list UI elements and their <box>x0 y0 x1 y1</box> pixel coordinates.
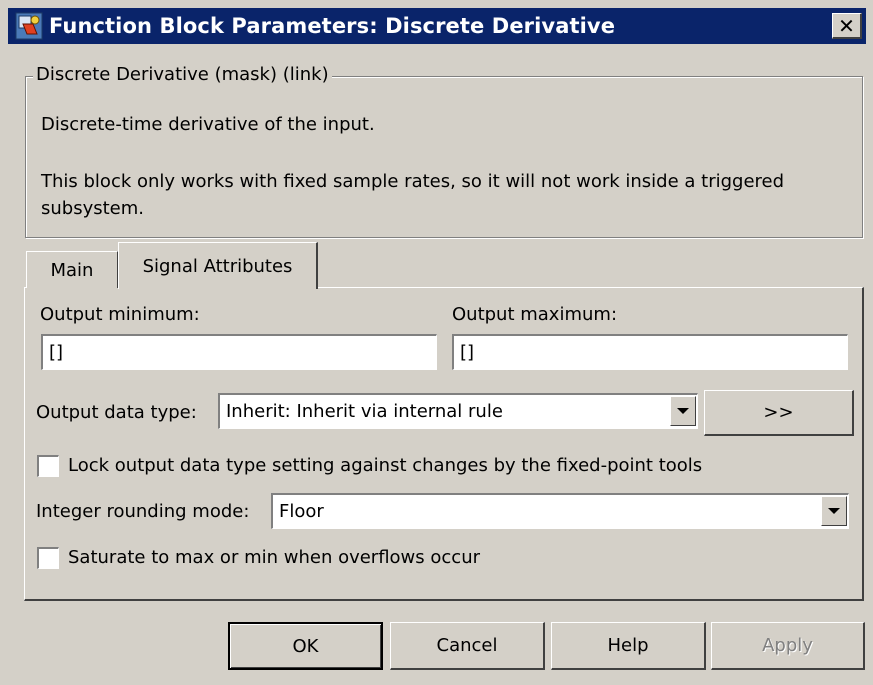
close-button[interactable]: ✕ <box>832 13 862 39</box>
data-type-assistant-label: >> <box>763 402 794 423</box>
help-label: Help <box>607 635 649 656</box>
saturate-label[interactable]: Saturate to max or min when overflows oc… <box>68 547 480 568</box>
chevron-down-icon <box>828 508 840 514</box>
simulink-block-icon <box>15 12 43 40</box>
apply-label: Apply <box>762 635 813 656</box>
data-type-assistant-button[interactable]: >> <box>704 390 854 436</box>
tab-signal-attributes[interactable]: Signal Attributes <box>118 242 318 289</box>
cancel-label: Cancel <box>436 635 498 656</box>
tab-main[interactable]: Main <box>26 251 118 288</box>
apply-button[interactable]: Apply <box>711 622 865 670</box>
dialog-window: Function Block Parameters: Discrete Deri… <box>0 0 873 685</box>
groupbox-title: Discrete Derivative (mask) (link) <box>33 64 332 85</box>
tab-label: Main <box>50 259 94 281</box>
saturate-checkbox[interactable] <box>37 547 59 569</box>
dropdown-arrow-button[interactable] <box>670 396 696 426</box>
description-note: This block only works with fixed sample … <box>41 171 785 219</box>
output-data-type-label: Output data type: <box>36 402 197 423</box>
help-button[interactable]: Help <box>551 622 706 670</box>
close-icon: ✕ <box>838 13 855 38</box>
description-text: Discrete-time derivative of the input. <box>41 114 375 135</box>
output-min-label: Output minimum: <box>40 304 200 325</box>
rounding-mode-value: Floor <box>279 501 324 522</box>
output-data-type-select[interactable]: Inherit: Inherit via internal rule <box>218 393 698 429</box>
output-min-input[interactable]: [] <box>41 334 437 370</box>
ok-button[interactable]: OK <box>228 622 383 670</box>
output-data-type-value: Inherit: Inherit via internal rule <box>226 401 503 422</box>
lock-data-type-checkbox[interactable] <box>37 455 59 477</box>
title-bar[interactable]: Function Block Parameters: Discrete Deri… <box>8 8 866 44</box>
output-max-input[interactable]: [] <box>452 334 848 370</box>
rounding-mode-select[interactable]: Floor <box>271 493 849 529</box>
ok-label: OK <box>292 635 319 657</box>
output-max-label: Output maximum: <box>452 304 618 325</box>
cancel-button[interactable]: Cancel <box>390 622 545 670</box>
rounding-mode-label: Integer rounding mode: <box>36 501 250 522</box>
dropdown-arrow-button[interactable] <box>821 496 847 526</box>
window-title: Function Block Parameters: Discrete Deri… <box>49 14 616 38</box>
chevron-down-icon <box>677 408 689 414</box>
output-max-value: [] <box>460 342 475 363</box>
tab-label: Signal Attributes <box>142 255 293 277</box>
output-min-value: [] <box>49 342 64 363</box>
lock-data-type-label[interactable]: Lock output data type setting against ch… <box>68 455 702 476</box>
